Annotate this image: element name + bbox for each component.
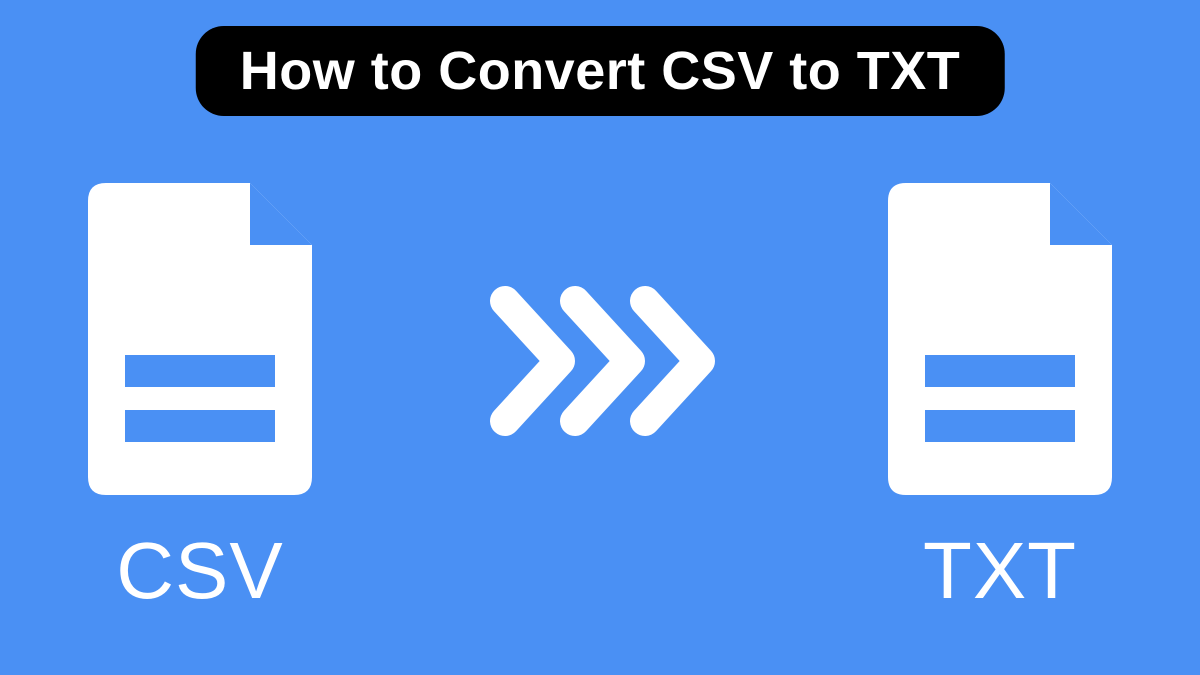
file-document-icon [870,165,1130,495]
page-title: How to Convert CSV to TXT [196,26,1005,116]
source-file-label: CSV [116,525,284,617]
file-document-icon [70,165,330,495]
conversion-row: CSV TXT [0,165,1200,617]
source-file-block: CSV [70,165,330,617]
target-file-label: TXT [923,525,1077,617]
triple-chevron-right-icon [480,276,720,446]
target-file-block: TXT [870,165,1130,617]
